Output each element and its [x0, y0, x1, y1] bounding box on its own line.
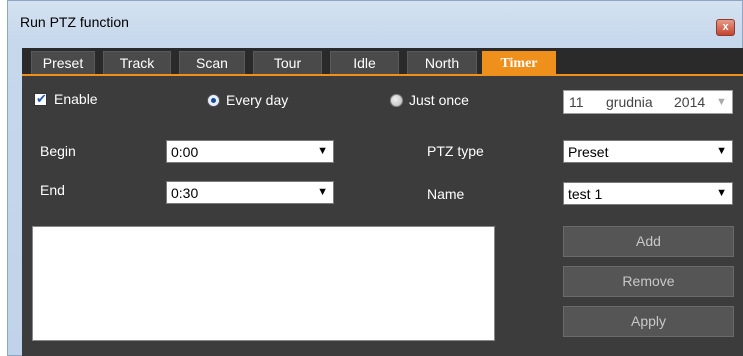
tab-underline: [22, 74, 743, 76]
radio-dot-icon: [211, 98, 216, 103]
tab-scan[interactable]: Scan: [179, 51, 245, 74]
name-label: Name: [427, 186, 465, 202]
tab-tour[interactable]: Tour: [253, 51, 322, 74]
just-once-label: Just once: [409, 92, 469, 108]
ptz-type-value: Preset: [568, 144, 609, 160]
date-year: 2014: [674, 94, 706, 110]
window-title: Run PTZ function: [20, 14, 129, 30]
enable-checkbox[interactable]: ✔: [34, 91, 47, 106]
tab-idle[interactable]: Idle: [330, 51, 399, 74]
ptz-type-label: PTZ type: [427, 143, 484, 159]
check-icon: ✔: [36, 91, 47, 106]
every-day-radio[interactable]: [207, 94, 220, 107]
end-label: End: [40, 182, 65, 198]
begin-label: Begin: [40, 143, 76, 159]
chevron-down-icon: ▼: [716, 187, 727, 199]
every-day-label: Every day: [226, 92, 289, 108]
chevron-down-icon: ▼: [317, 186, 328, 198]
ptz-type-select[interactable]: Preset ▼: [563, 140, 733, 163]
ptz-dialog: Run PTZ function x Preset Track Scan Tou…: [0, 0, 743, 356]
end-time-value: 0:30: [171, 185, 199, 201]
date-month: grudnia: [606, 94, 653, 110]
title-bar: Run PTZ function: [8, 1, 743, 41]
name-select[interactable]: test 1 ▼: [563, 182, 733, 205]
chevron-down-icon: ▼: [716, 96, 727, 108]
begin-time-select[interactable]: 0:00 ▼: [166, 140, 334, 163]
date-picker[interactable]: 11 grudnia 2014 ▼: [563, 90, 733, 114]
schedule-list[interactable]: [32, 226, 495, 341]
just-once-radio[interactable]: [390, 94, 403, 107]
tab-timer[interactable]: Timer: [482, 51, 556, 74]
name-value: test 1: [568, 186, 603, 202]
apply-button[interactable]: Apply: [563, 306, 734, 337]
enable-label: Enable: [54, 91, 98, 107]
tab-track[interactable]: Track: [103, 51, 171, 74]
remove-button[interactable]: Remove: [563, 266, 734, 297]
add-button[interactable]: Add: [563, 226, 734, 257]
chevron-down-icon: ▼: [317, 145, 328, 157]
chevron-down-icon: ▼: [716, 145, 727, 157]
end-time-select[interactable]: 0:30 ▼: [166, 181, 334, 204]
tab-preset[interactable]: Preset: [31, 51, 95, 74]
close-icon: x: [722, 21, 729, 33]
close-button[interactable]: x: [716, 19, 735, 36]
date-day: 11: [569, 94, 584, 110]
tab-north[interactable]: North: [407, 51, 477, 74]
begin-time-value: 0:00: [171, 144, 199, 160]
